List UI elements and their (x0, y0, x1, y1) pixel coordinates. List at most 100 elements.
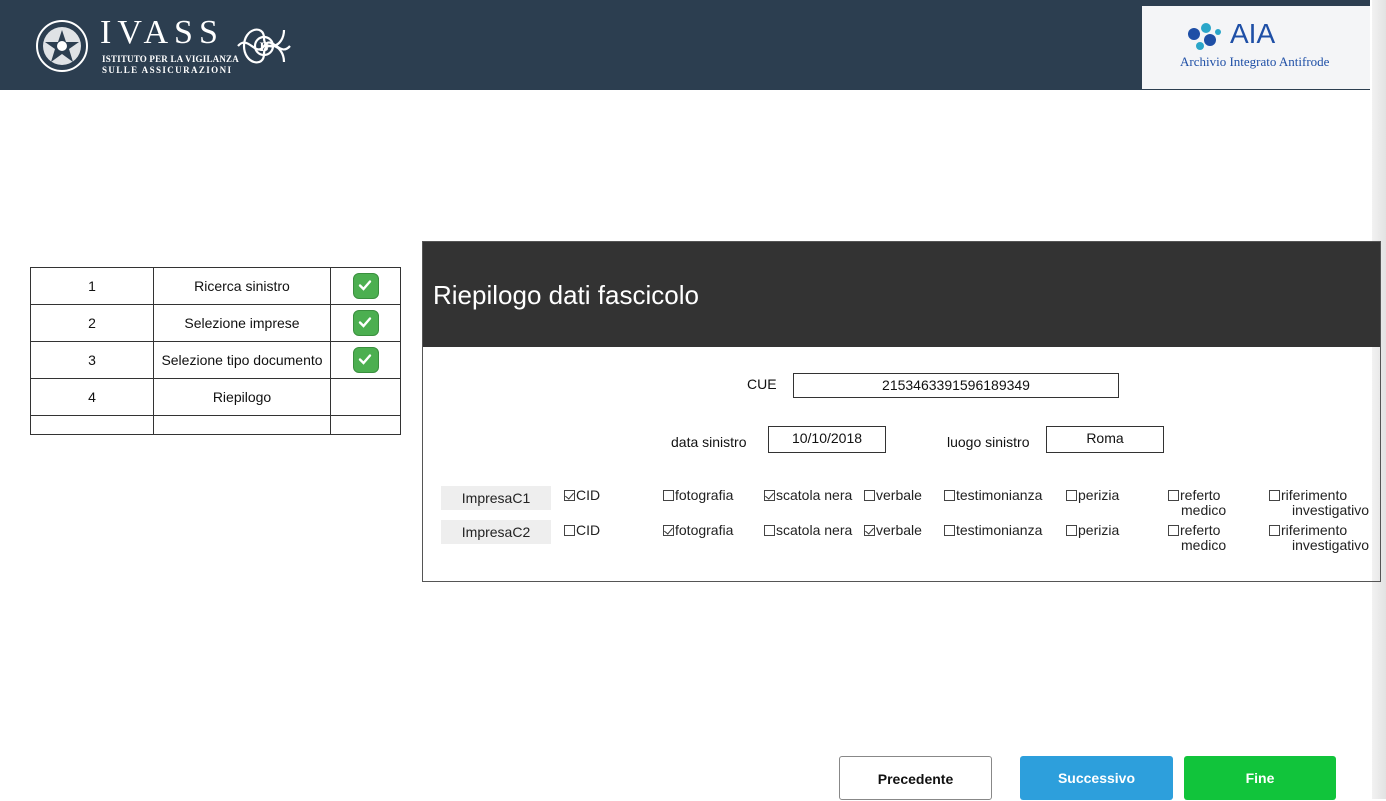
doc-label: CID (576, 487, 601, 503)
doc-label: testimonianza (956, 522, 1043, 538)
doc-checkbox-verbale[interactable]: verbale (864, 488, 922, 503)
knot-emblem-icon: B (237, 28, 291, 64)
doc-label: referto (1180, 487, 1221, 503)
doc-label: riferimento (1281, 522, 1348, 538)
step-label[interactable]: Ricerca sinistro (153, 267, 331, 305)
cue-field[interactable]: 2153463391596189349 (793, 373, 1119, 398)
step-row: 1 Ricerca sinistro (30, 267, 401, 305)
doc-checkbox-verbale[interactable]: verbale (864, 523, 922, 538)
place-field[interactable]: Roma (1046, 426, 1164, 453)
checkbox-empty-icon (1168, 525, 1179, 536)
step-row: 3 Selezione tipo documento (30, 341, 401, 379)
step-label[interactable]: Selezione imprese (153, 304, 331, 342)
step-status (330, 341, 401, 379)
ivass-title: IVASS (100, 14, 224, 51)
doc-checkbox-scatola-nera[interactable]: scatola nera (764, 523, 852, 538)
empty-cell (153, 415, 331, 435)
checkbox-empty-icon (1269, 525, 1280, 536)
checkbox-empty-icon (564, 525, 575, 536)
doc-label: referto (1180, 522, 1221, 538)
checkbox-empty-icon (1168, 490, 1179, 501)
doc-checkbox-testimonianza[interactable]: testimonianza (944, 523, 1042, 538)
step-row-empty (30, 415, 401, 435)
aia-molecule-icon (1188, 23, 1221, 50)
doc-checkbox-fotografia[interactable]: fotografia (663, 488, 733, 503)
checkbox-checked-icon (564, 490, 575, 501)
checkbox-empty-icon (663, 490, 674, 501)
doc-checkbox-scatola-nera[interactable]: scatola nera (764, 488, 852, 503)
checkbox-empty-icon (864, 490, 875, 501)
checkbox-checked-icon (663, 525, 674, 536)
step-number: 4 (30, 378, 154, 416)
next-button[interactable]: Successivo (1020, 756, 1173, 800)
doc-label: riferimento (1281, 487, 1348, 503)
doc-label: CID (576, 522, 601, 538)
step-label[interactable]: Riepilogo (153, 378, 331, 416)
step-label[interactable]: Selezione tipo documento (153, 341, 331, 379)
checkbox-empty-icon (1269, 490, 1280, 501)
doc-checkbox-fotografia[interactable]: fotografia (663, 523, 733, 538)
doc-label: scatola nera (776, 522, 853, 538)
step-number: 1 (30, 267, 154, 305)
doc-checkbox-referto-medico[interactable]: referto medico (1168, 523, 1226, 553)
date-field[interactable]: 10/10/2018 (768, 426, 886, 453)
ivass-subtitle-line2: SULLE ASSICURAZIONI (102, 65, 233, 75)
doc-label: scatola nera (776, 487, 853, 503)
doc-checkbox-perizia[interactable]: perizia (1066, 523, 1119, 538)
svg-text:B: B (260, 39, 269, 54)
doc-label: perizia (1078, 487, 1120, 503)
doc-label: verbale (876, 487, 922, 503)
date-label: data sinistro (671, 434, 747, 450)
doc-label: perizia (1078, 522, 1120, 538)
checkbox-empty-icon (764, 525, 775, 536)
step-status (330, 378, 401, 416)
checkbox-empty-icon (1066, 525, 1077, 536)
company-label: ImpresaC1 (441, 486, 551, 510)
doc-checkbox-cid[interactable]: CID (564, 488, 600, 503)
checkbox-empty-icon (944, 525, 955, 536)
summary-panel: Riepilogo dati fascicolo CUE 21534633915… (422, 241, 1381, 582)
aia-logo[interactable]: AIA Archivio Integrato Antifrode (1180, 18, 1350, 80)
step-number: 2 (30, 304, 154, 342)
company-label: ImpresaC2 (441, 520, 551, 544)
ivass-emblem-icon (36, 20, 88, 72)
doc-checkbox-riferimento-investigativo[interactable]: riferimento investigativo (1269, 488, 1369, 518)
checkbox-checked-icon (764, 490, 775, 501)
check-icon (352, 273, 379, 299)
doc-checkbox-testimonianza[interactable]: testimonianza (944, 488, 1042, 503)
check-icon (352, 347, 379, 373)
doc-label: testimonianza (956, 487, 1043, 503)
checkbox-checked-icon (864, 525, 875, 536)
ivass-subtitle-line1: ISTITUTO PER LA VIGILANZA (102, 54, 239, 64)
doc-checkbox-riferimento-investigativo[interactable]: riferimento investigativo (1269, 523, 1369, 553)
doc-checkbox-perizia[interactable]: perizia (1066, 488, 1119, 503)
place-label: luogo sinistro (947, 434, 1030, 450)
doc-label: fotografia (675, 522, 734, 538)
doc-checkbox-cid[interactable]: CID (564, 523, 600, 538)
empty-cell (330, 415, 401, 435)
aia-title: AIA (1230, 18, 1276, 49)
step-row: 4 Riepilogo (30, 378, 401, 416)
doc-label: verbale (876, 522, 922, 538)
wizard-steps-table: 1 Ricerca sinistro 2 Selezione imprese 3… (30, 267, 401, 435)
checkbox-empty-icon (944, 490, 955, 501)
step-number: 3 (30, 341, 154, 379)
doc-checkbox-referto-medico[interactable]: referto medico (1168, 488, 1226, 518)
check-icon (352, 310, 379, 336)
cue-label: CUE (747, 376, 777, 392)
aia-subtitle: Archivio Integrato Antifrode (1180, 54, 1330, 69)
empty-cell (30, 415, 154, 435)
previous-button[interactable]: Precedente (839, 756, 992, 800)
summary-title: Riepilogo dati fascicolo (433, 280, 699, 310)
summary-header: Riepilogo dati fascicolo (423, 242, 1380, 347)
doc-label: investigativo (1292, 537, 1370, 553)
finish-button[interactable]: Fine (1184, 756, 1336, 800)
doc-label: investigativo (1292, 502, 1370, 518)
checkbox-empty-icon (1066, 490, 1077, 501)
step-status (330, 304, 401, 342)
step-status (330, 267, 401, 305)
step-row: 2 Selezione imprese (30, 304, 401, 342)
doc-label: fotografia (675, 487, 734, 503)
doc-label: medico (1181, 537, 1227, 553)
doc-label: medico (1181, 502, 1227, 518)
